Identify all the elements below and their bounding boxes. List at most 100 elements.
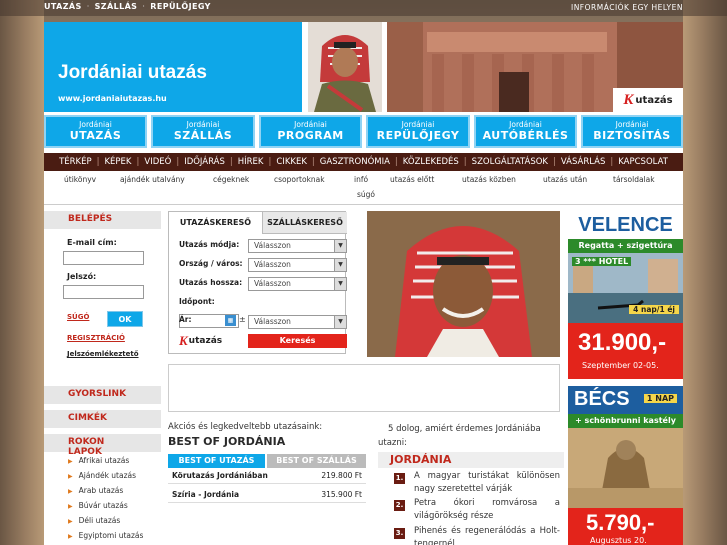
reason-2: Petra ókori romvárosa a világörökség rés…	[414, 498, 560, 521]
related-heading: ROKON LAPOK	[44, 434, 161, 457]
topnav-repulojegy[interactable]: REPÜLŐJEGY	[150, 2, 211, 11]
topnav-sep: ·	[142, 2, 146, 11]
nav-idojaras[interactable]: IDŐJÁRÁS	[184, 157, 225, 167]
service-tab-utazas[interactable]: Jordániai UTAZÁS	[44, 115, 147, 148]
subnav-utazas-kozben[interactable]: utazás közben	[462, 175, 516, 184]
search-logo: K utazás	[179, 333, 222, 349]
length-select[interactable]: Válasszon ▼	[248, 277, 347, 291]
service-tab-autoberles[interactable]: Jordániai AUTÓBÉRLÉS	[474, 115, 577, 148]
nav-hirek[interactable]: HÍREK	[238, 157, 264, 167]
nav-video[interactable]: VIDEÓ	[144, 157, 171, 167]
nav-sep: |	[610, 157, 614, 167]
service-tab-program[interactable]: Jordániai PROGRAM	[259, 115, 362, 148]
select-value: Válasszon	[254, 260, 291, 269]
related-item[interactable]: ▶ Déli utazás	[68, 516, 120, 525]
nav-kepek[interactable]: KÉPEK	[104, 157, 131, 167]
bullet-icon: ▶	[68, 533, 73, 540]
nav-kozlekedes[interactable]: KÖZLEKEDÉS	[403, 157, 459, 167]
table-row[interactable]: Körutazás Jordániában 219.800 Ft	[168, 468, 366, 484]
tags-heading[interactable]: CIMKÉK	[44, 410, 161, 428]
tab-best-of-utazas[interactable]: BEST OF UTAZÁS	[168, 454, 265, 468]
forgot-password-link[interactable]: Jelszóemlékeztető	[67, 350, 139, 358]
topnav-utazas[interactable]: UTAZÁS	[44, 2, 82, 11]
header-photo-petra: K utazás	[387, 22, 683, 112]
chevron-down-icon: ▼	[334, 259, 346, 271]
subnav-cegeknek[interactable]: cégeknek	[213, 175, 249, 184]
service-tab-szallas[interactable]: Jordániai SZÁLLÁS	[151, 115, 255, 148]
nav-sep: |	[394, 157, 398, 167]
password-field[interactable]	[63, 285, 144, 299]
nav-terkep[interactable]: TÉRKÉP	[59, 157, 92, 167]
mode-select[interactable]: Válasszon ▼	[248, 239, 347, 253]
service-label: PROGRAM	[277, 129, 344, 142]
nav-vasarlas[interactable]: VÁSÁRLÁS	[561, 157, 606, 167]
related-item-label: Egyiptomi utazás	[78, 531, 144, 540]
service-tab-biztositas[interactable]: Jordániai BIZTOSÍTÁS	[581, 115, 683, 148]
background-right	[683, 0, 727, 545]
tab-utazaskereso[interactable]: UTAZÁSKERESŐ	[169, 212, 263, 234]
select-value: Válasszon	[254, 317, 291, 326]
subnav-sugo[interactable]: súgó	[357, 190, 375, 199]
date-label: Időpont:	[179, 297, 215, 306]
nav-sep: |	[552, 157, 556, 167]
country-select[interactable]: Válasszon ▼	[248, 258, 347, 272]
calendar-icon[interactable]: ▦	[225, 315, 236, 326]
nav-cikkek[interactable]: CIKKEK	[276, 157, 307, 167]
service-tab-repulojegy[interactable]: Jordániai REPÜLŐJEGY	[366, 115, 470, 148]
select-value: Válasszon	[254, 241, 291, 250]
select-value: Válasszon	[254, 279, 291, 288]
utazas-logo[interactable]: K utazás	[613, 88, 683, 112]
ad2-date: Augusztus 20.	[590, 536, 647, 545]
background-left	[0, 0, 44, 545]
nav-szolgaltatasok[interactable]: SZOLGÁLTATÁSOK	[472, 157, 548, 167]
search-button[interactable]: Keresés	[248, 334, 347, 348]
login-ok-button[interactable]: OK	[107, 311, 143, 327]
topnav-szallas[interactable]: SZÁLLÁS	[95, 2, 138, 11]
subnav-ajandek-utalvany[interactable]: ajándék utalvány	[120, 175, 185, 184]
nav-kapcsolat[interactable]: KAPCSOLAT	[618, 157, 668, 167]
ad-becs[interactable]: BÉCS 1 NAP + schönbrunni kastély 5.790,-…	[568, 386, 683, 545]
email-field[interactable]	[63, 251, 144, 265]
top-right-text[interactable]: INFORMÁCIÓK EGY HELYEN	[571, 3, 683, 12]
nav-gasztronomia[interactable]: GASZTRONÓMIA	[320, 157, 390, 167]
nav-sep: |	[463, 157, 467, 167]
service-top: Jordániai	[79, 120, 112, 129]
row-name: Körutazás Jordániában	[172, 471, 268, 480]
service-top: Jordániai	[186, 120, 220, 129]
nav-sep: |	[229, 157, 233, 167]
subnav-csoportoknak[interactable]: csoportoknak	[274, 175, 325, 184]
header-brand[interactable]: Jordániai utazás www.jordaniaiutazas.hu	[44, 22, 302, 112]
related-item[interactable]: ▶ Ajándék utazás	[68, 471, 136, 480]
subnav-utazas-utan[interactable]: utazás után	[543, 175, 587, 184]
tab-best-of-szallas[interactable]: BEST OF SZÁLLÁS	[267, 454, 366, 468]
subnav-utikonyv[interactable]: útikönyv	[64, 175, 96, 184]
main-nav: TÉRKÉP | KÉPEK | VIDEÓ | IDŐJÁRÁS | HÍREK | C…	[44, 153, 683, 171]
help-link[interactable]: SÚGÓ	[67, 313, 89, 321]
table-row[interactable]: Szíria - Jordánia 315.900 Ft	[168, 487, 366, 503]
related-item[interactable]: ▶ Arab utazás	[68, 486, 123, 495]
subnav-utazas-elott[interactable]: utazás előtt	[390, 175, 434, 184]
related-item[interactable]: ▶ Egyiptomi utazás	[68, 531, 143, 540]
related-item[interactable]: ▶ Afrikai utazás	[68, 456, 129, 465]
password-label: Jelszó:	[67, 272, 97, 281]
quicklink-heading[interactable]: GYORSLINK	[44, 386, 161, 404]
ad-price: 31.900,-	[578, 329, 667, 356]
related-item-label: Arab utazás	[78, 486, 124, 495]
sub-nav: útikönyv ajándék utalvány cégeknek csopo…	[44, 171, 683, 205]
register-link[interactable]: REGISZTRÁCIÓ	[67, 334, 125, 342]
service-top: Jordániai	[401, 120, 435, 129]
bullet-icon: ▶	[68, 488, 73, 495]
service-top: Jordániai	[294, 120, 327, 129]
subnav-info[interactable]: infó	[354, 175, 368, 184]
tolerance-select[interactable]: Válasszon ▼	[248, 315, 347, 329]
row-name: Szíria - Jordánia	[172, 490, 240, 499]
subnav-tarsoldalak[interactable]: társoldalak	[613, 175, 655, 184]
ad-velence[interactable]: VELENCE Regatta + szigettúra 3 *** HOTEL…	[568, 211, 683, 379]
login-heading: BELÉPÉS	[44, 211, 161, 229]
reason-3: Pihenés és regenerálódás a Holt-tengerné…	[414, 526, 560, 545]
service-top: Jordániai	[615, 120, 649, 129]
related-item[interactable]: ▶ Búvár utazás	[68, 501, 128, 510]
bestof-intro: Akciós és legkedveltebb utazásaink:	[168, 422, 323, 432]
tab-szallaskereso[interactable]: SZÁLLÁSKERESŐ	[263, 212, 347, 234]
price-label: Ár:	[179, 315, 192, 324]
